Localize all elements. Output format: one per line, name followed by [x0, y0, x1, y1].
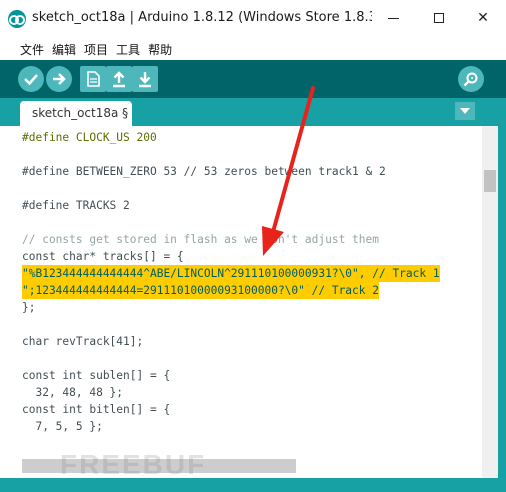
close-button[interactable]: ✕ [460, 0, 506, 38]
maximize-button[interactable] [416, 0, 462, 38]
code-line-1: #define CLOCK_US 200 [22, 131, 157, 144]
maximize-icon [434, 13, 444, 23]
status-bar [0, 478, 506, 492]
code-line-3: #define TRACKS 2 [22, 199, 130, 212]
code-line-10: const int sublen[] = { [22, 369, 171, 382]
code-line-7: ";123444444444444=29111010000093100000?\… [22, 284, 379, 297]
minimize-icon [387, 17, 399, 19]
code-line: 7, 5, 5 }; [22, 418, 103, 435]
upload-button[interactable] [46, 66, 72, 92]
arrow-up-icon [113, 71, 125, 88]
new-file-icon [87, 71, 100, 87]
code-editor[interactable]: #define CLOCK_US 200 #define BETWEEN_ZER… [0, 126, 482, 478]
menu-help[interactable]: 帮助 [144, 38, 176, 60]
open-button[interactable] [106, 66, 132, 92]
code-line-6: "%B123444444444444^ABE/LINCOLN^291110100… [22, 267, 440, 280]
watermark: FREEBUF [60, 449, 207, 480]
tab-sketch[interactable]: sketch_oct18a § [20, 101, 132, 126]
code-line: char revTrack[41]; [22, 333, 143, 350]
code-line: #define TRACKS 2 [22, 197, 130, 214]
code-line-4: // consts get stored in flash as we don'… [22, 233, 379, 246]
code-line: #define CLOCK_US 200 [22, 129, 157, 146]
code-line-8: }; [22, 301, 36, 314]
code-line: #define BETWEEN_ZERO 53 // 53 zeros betw… [22, 163, 386, 180]
code-line-highlighted: "%B123444444444444^ABE/LINCOLN^291110100… [22, 265, 440, 282]
menu-file[interactable]: 文件 [16, 38, 48, 60]
menu-bar: 文件 编辑 项目 工具 帮助 [0, 38, 506, 60]
code-line-5: const char* tracks[] = { [22, 250, 184, 263]
code-line-13: 7, 5, 5 }; [22, 420, 103, 433]
code-line-highlighted: ";123444444444444=29111010000093100000?\… [22, 282, 379, 299]
save-button[interactable] [132, 66, 158, 92]
code-line-12: const int bitlen[] = { [22, 403, 171, 416]
window-edge [498, 126, 506, 478]
vertical-scrollbar-thumb[interactable] [484, 170, 496, 192]
window-title: sketch_oct18a | Arduino 1.8.12 (Windows … [32, 10, 372, 25]
code-line: const char* tracks[] = { [22, 248, 184, 265]
vertical-scrollbar[interactable] [482, 126, 498, 478]
arduino-logo-icon [8, 10, 26, 28]
tab-menu-button[interactable] [455, 102, 475, 120]
code-line: // consts get stored in flash as we don'… [22, 231, 379, 248]
check-icon [24, 74, 38, 86]
menu-edit[interactable]: 编辑 [48, 38, 80, 60]
code-line: 32, 48, 48 }; [22, 384, 123, 401]
tab-strip: sketch_oct18a § [0, 98, 506, 126]
verify-button[interactable] [18, 66, 44, 92]
code-line-9: char revTrack[41]; [22, 335, 144, 348]
minimize-button[interactable] [370, 0, 416, 38]
toolbar [0, 60, 506, 98]
code-line: }; [22, 299, 35, 316]
magnifier-icon [463, 72, 478, 87]
serial-monitor-button[interactable] [458, 66, 484, 92]
code-line-11: 32, 48, 48 }; [22, 386, 124, 399]
title-bar: sketch_oct18a | Arduino 1.8.12 (Windows … [0, 0, 506, 38]
code-line: const int bitlen[] = { [22, 401, 170, 418]
code-line-2: #define BETWEEN_ZERO 53 // 53 zeros betw… [22, 165, 386, 178]
new-sketch-button[interactable] [80, 66, 106, 92]
arrow-right-icon [53, 73, 66, 85]
code-line: const int sublen[] = { [22, 367, 170, 384]
menu-tools[interactable]: 工具 [112, 38, 144, 60]
arrow-down-icon [139, 72, 151, 88]
menu-sketch[interactable]: 项目 [80, 38, 112, 60]
